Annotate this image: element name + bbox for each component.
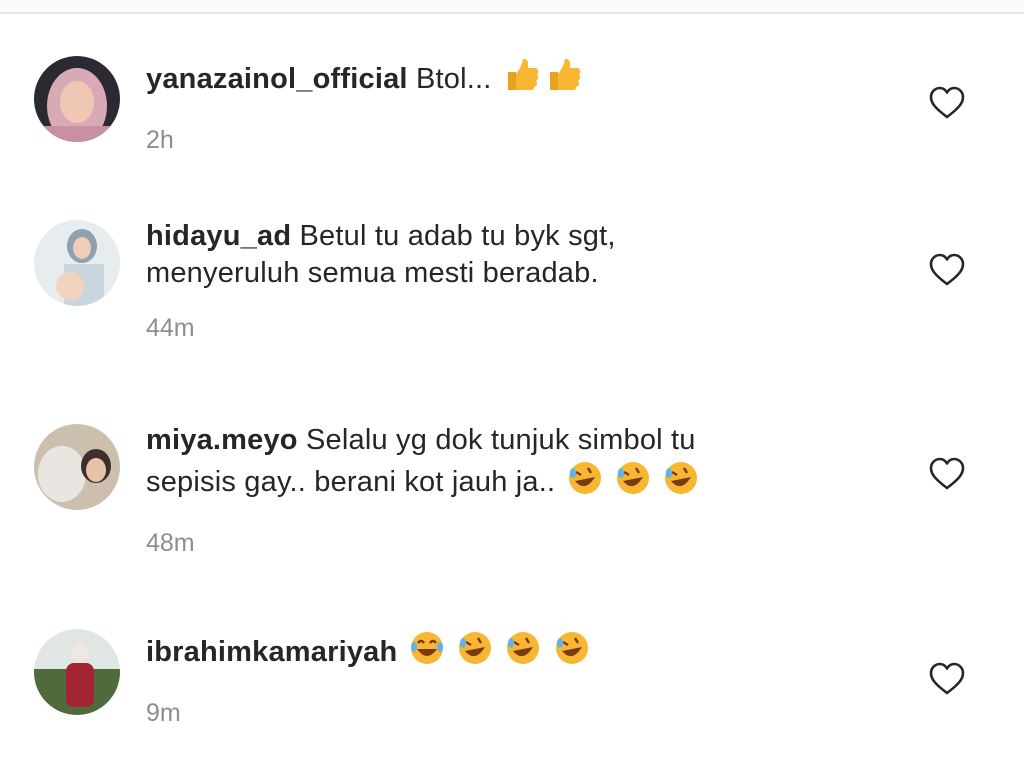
comment-text-line2: sepisis gay.. berani kot jauh ja..	[146, 466, 556, 498]
comment-text-line2: menyeruluh semua mesti beradab.	[146, 257, 599, 289]
avatar[interactable]	[34, 220, 120, 306]
comment-time: 2h	[146, 126, 174, 154]
thumbs-up-emoji-icon	[502, 54, 542, 104]
comment-item: miya.meyo Selalu yg dok tunjuk simbol tu…	[0, 410, 1024, 560]
heart-icon[interactable]	[929, 457, 965, 491]
heart-icon[interactable]	[929, 253, 965, 287]
comment-body: miya.meyo Selalu yg dok tunjuk simbol tu…	[146, 422, 846, 558]
top-divider	[0, 0, 1024, 14]
heart-icon[interactable]	[929, 86, 965, 120]
joy-emoji-icon	[408, 629, 446, 677]
rolling-laughing-emoji-icon	[662, 459, 700, 507]
rolling-laughing-emoji-icon	[456, 629, 494, 677]
comment-body: yanazainol_official Btol... 2h	[146, 54, 846, 155]
comment-text: Betul tu adab tu byk sgt,	[299, 220, 616, 252]
avatar[interactable]	[34, 629, 120, 715]
comment-body: hidayu_ad Betul tu adab tu byk sgt, meny…	[146, 218, 846, 343]
comment-time: 48m	[146, 529, 195, 557]
avatar[interactable]	[34, 424, 120, 510]
comment-time: 44m	[146, 314, 195, 342]
rolling-laughing-emoji-icon	[566, 459, 604, 507]
heart-icon[interactable]	[929, 662, 965, 696]
comment-username[interactable]: hidayu_ad	[146, 220, 291, 252]
comment-text: Selalu yg dok tunjuk simbol tu	[305, 424, 696, 456]
rolling-laughing-emoji-icon	[553, 629, 591, 677]
comment-item: hidayu_ad Betul tu adab tu byk sgt, meny…	[0, 206, 1024, 356]
comment-text: Btol...	[415, 63, 492, 95]
rolling-laughing-emoji-icon	[614, 459, 652, 507]
comment-username[interactable]: yanazainol_official	[146, 63, 408, 95]
comment-username[interactable]: ibrahimkamariyah	[146, 636, 397, 668]
comment-item: ibrahimkamariyah 9m	[0, 615, 1024, 765]
comment-username[interactable]: miya.meyo	[146, 424, 298, 456]
rolling-laughing-emoji-icon	[504, 629, 542, 677]
thumbs-up-emoji-icon	[544, 54, 584, 104]
comments-screen: yanazainol_official Btol... 2h hidayu_ad…	[0, 0, 1024, 767]
comment-item: yanazainol_official Btol... 2h	[0, 40, 1024, 190]
avatar[interactable]	[34, 56, 120, 142]
comment-body: ibrahimkamariyah 9m	[146, 629, 846, 728]
comment-time: 9m	[146, 699, 181, 727]
